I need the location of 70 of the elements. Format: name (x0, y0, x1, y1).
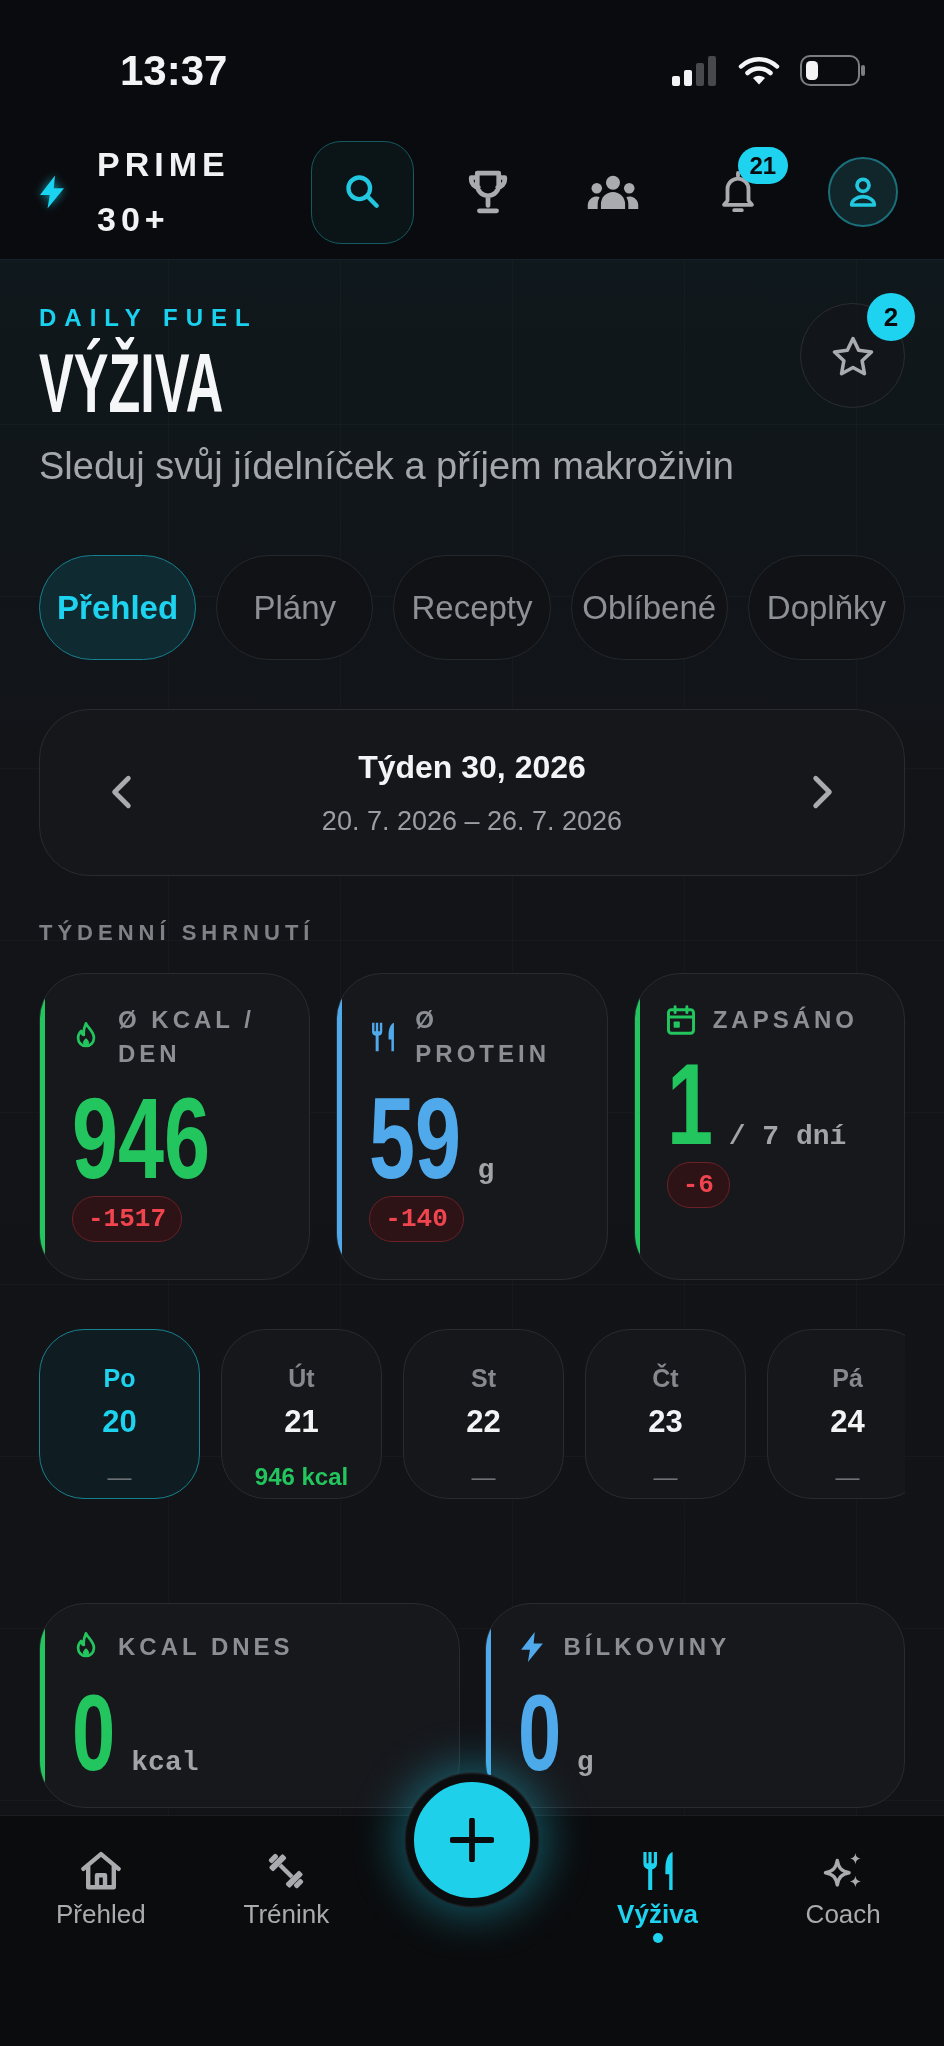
chevron-left-icon[interactable] (110, 774, 132, 811)
day-summary: — (835, 1461, 860, 1492)
week-title: Týden 30, 2026 (358, 747, 586, 787)
stat-value: 59 (369, 1080, 462, 1196)
day-summary: — (107, 1461, 132, 1492)
person-icon (848, 177, 877, 207)
calendar-icon (666, 1004, 695, 1035)
notification-count: 21 (737, 147, 789, 184)
stat-value: 1 (666, 1046, 713, 1162)
weekday-label: Pá (832, 1362, 863, 1394)
card-label: Ø PROTEIN (415, 1004, 551, 1069)
tab[interactable]: Recepty (393, 554, 551, 660)
eyebrow-label: DAILY FUEL (39, 303, 258, 333)
day-number: 24 (830, 1402, 865, 1441)
tab[interactable]: Plány (216, 554, 374, 660)
brand-name: PRIME 30+ (97, 144, 231, 240)
day-number: 22 (466, 1402, 501, 1441)
day-card[interactable]: Čt 23 — (585, 1328, 746, 1499)
delta-pill: -1517 (72, 1195, 182, 1242)
day-number: 23 (648, 1402, 683, 1441)
stat-value: 0 (517, 1678, 561, 1787)
stat-unit: kcal (131, 1745, 199, 1780)
trophy-icon[interactable] (467, 170, 508, 214)
card-label: ZAPSÁNO (712, 1004, 858, 1035)
day-number: 21 (284, 1402, 319, 1441)
card-label: BÍLKOVINY (563, 1631, 731, 1662)
favorites-count: 2 (867, 293, 915, 341)
tab[interactable]: Doplňky (747, 554, 905, 660)
search-icon (345, 175, 380, 209)
nav-tab[interactable]: Trénink (243, 1851, 330, 1930)
nav-tab[interactable]: Coach (805, 1851, 881, 1930)
stat-unit: g (477, 1153, 495, 1188)
weekday-label: Čt (652, 1362, 679, 1394)
day-card[interactable]: Pá 24 — (767, 1328, 905, 1499)
house-icon (80, 1851, 121, 1891)
weekday-label: Po (103, 1362, 136, 1394)
star-icon (831, 335, 874, 376)
day-card[interactable]: Út 21 946 kcal (221, 1328, 382, 1499)
tab[interactable]: Oblíbené (570, 554, 728, 660)
wifi-icon (738, 55, 780, 86)
card-label: Ø KCAL / DEN (118, 1004, 256, 1069)
tab[interactable]: Přehled (39, 554, 197, 660)
week-date-range: 20. 7. 2026 – 26. 7. 2026 (321, 804, 623, 838)
nav-tab[interactable]: Přehled (56, 1851, 146, 1930)
day-card[interactable]: Po 20 — (39, 1328, 200, 1499)
delta-pill: -6 (666, 1161, 730, 1208)
active-dot-icon (652, 1933, 663, 1943)
delta-pill: -140 (369, 1195, 464, 1242)
battery-icon (800, 55, 866, 86)
signal-icon (672, 55, 718, 86)
card-label: KCAL DNES (118, 1631, 294, 1662)
weekday-label: Út (288, 1362, 315, 1394)
day-summary: 946 kcal (254, 1461, 349, 1492)
day-summary: — (471, 1461, 496, 1492)
stat-unit: g (576, 1745, 594, 1780)
stat-unit: / 7 dní (728, 1119, 847, 1154)
day-number: 20 (102, 1402, 137, 1441)
day-card[interactable]: St 22 — (403, 1328, 564, 1499)
day-summary: — (653, 1461, 678, 1492)
section-heading: TÝDENNÍ SHRNUTÍ (39, 918, 316, 947)
stat-value: 946 (72, 1080, 211, 1196)
chevron-right-icon[interactable] (812, 774, 834, 811)
plus-icon (450, 1818, 494, 1862)
page-subtitle: Sleduj svůj jídelníček a příjem makroživin (39, 443, 735, 489)
weekday-label: St (471, 1362, 496, 1394)
status-time: 13:37 (120, 45, 228, 96)
stat-value: 0 (72, 1678, 116, 1787)
nav-tab[interactable]: Výživa (617, 1851, 699, 1930)
page-title: VÝŽIVA (39, 335, 224, 432)
search-button[interactable] (311, 140, 414, 244)
